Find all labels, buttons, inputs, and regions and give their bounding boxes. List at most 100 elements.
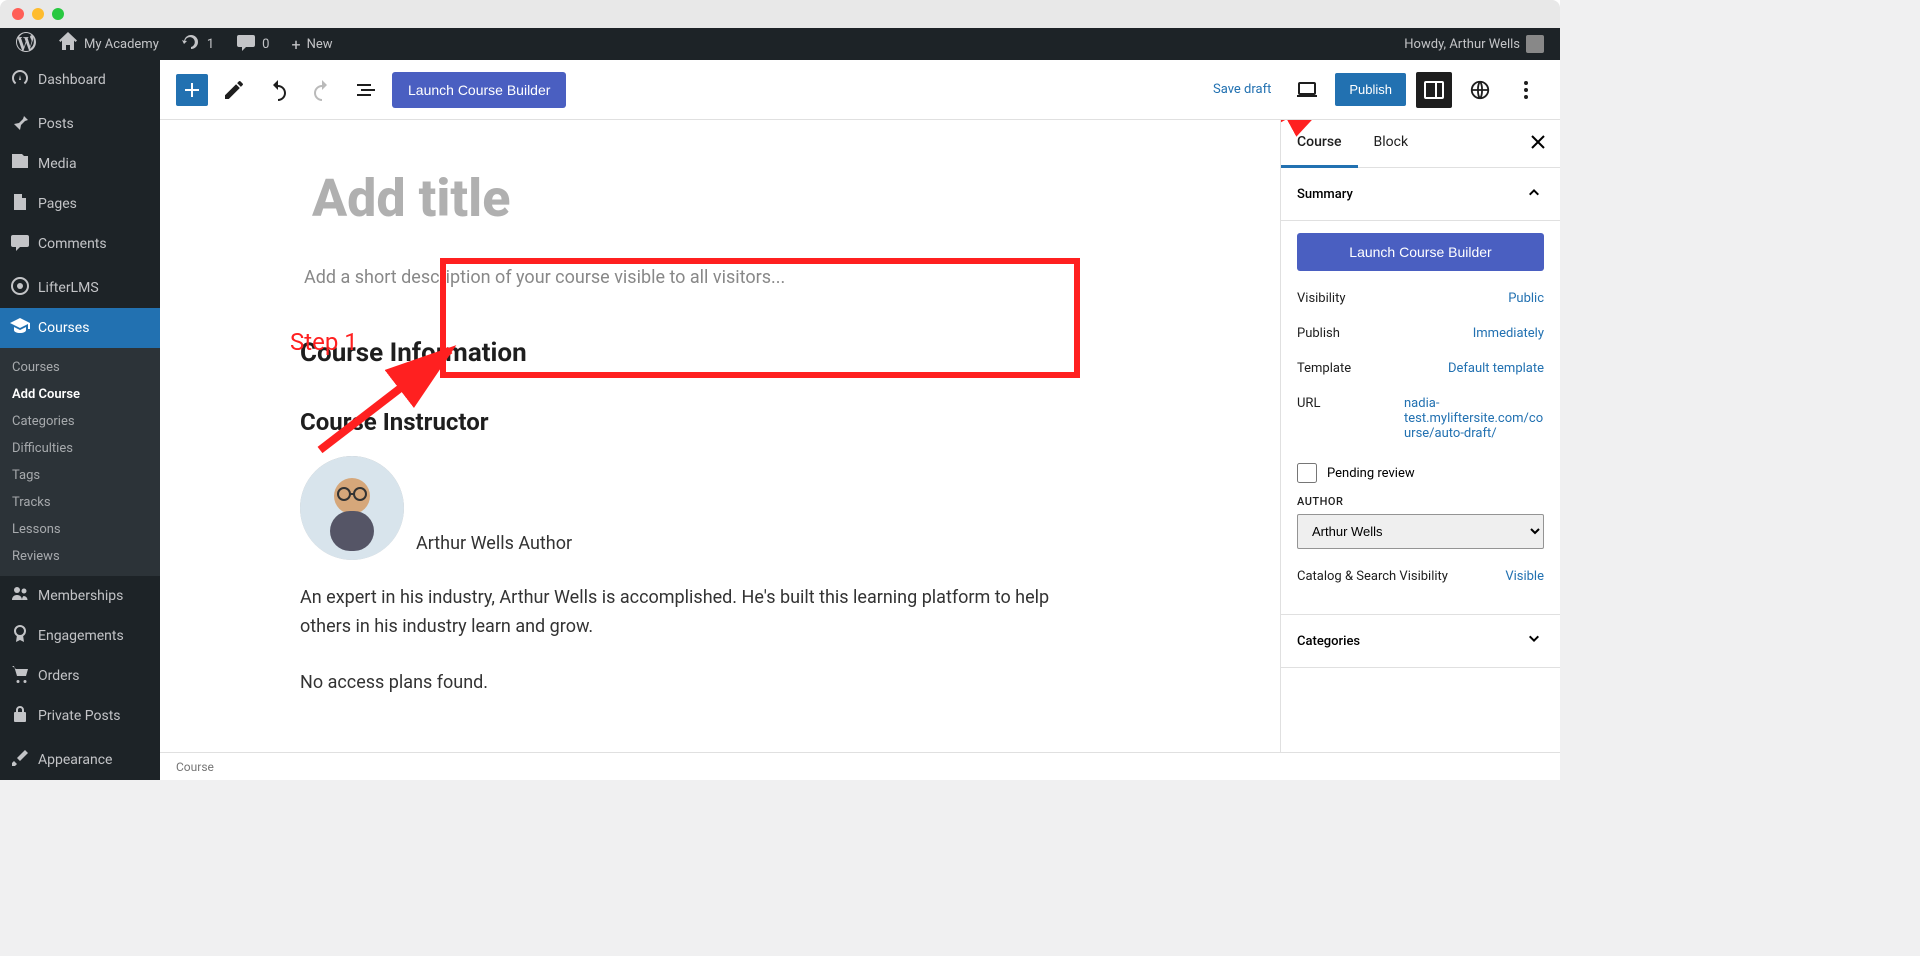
launch-course-builder-button[interactable]: Launch Course Builder: [392, 72, 566, 108]
sidebar-launch-builder-button[interactable]: Launch Course Builder: [1297, 233, 1544, 271]
redo-button[interactable]: [304, 72, 340, 108]
mac-close-icon[interactable]: [12, 8, 24, 20]
categories-label: Categories: [1297, 634, 1360, 649]
sidebar-item-label: Private Posts: [38, 708, 121, 724]
template-value[interactable]: Default template: [1448, 361, 1544, 376]
site-home-link[interactable]: My Academy: [50, 28, 167, 60]
instructor-block: Arthur Wells Author: [300, 456, 1140, 560]
home-icon: [58, 32, 78, 56]
plus-icon: +: [291, 35, 300, 54]
page-icon: [10, 192, 30, 216]
sidebar-item-label: Appearance: [38, 752, 112, 768]
preview-button[interactable]: [1289, 72, 1325, 108]
author-select[interactable]: Arthur Wells: [1297, 514, 1544, 549]
pencil-icon: [222, 78, 246, 102]
sidebar-item-label: Engagements: [38, 628, 124, 644]
admin-sidebar: Dashboard Posts Media Pages Comments: [0, 60, 160, 780]
submenu-add-course[interactable]: Add Course: [0, 381, 160, 408]
sidebar-item-label: Memberships: [38, 588, 123, 604]
user-avatar-icon: [1526, 35, 1544, 53]
pending-review-checkbox[interactable]: [1297, 463, 1317, 483]
publish-date-label: Publish: [1297, 326, 1340, 341]
catalog-visibility-value[interactable]: Visible: [1505, 569, 1544, 584]
no-access-plans-text: No access plans found.: [300, 672, 1140, 693]
submenu-tags[interactable]: Tags: [0, 462, 160, 489]
new-content-button[interactable]: + New: [283, 28, 340, 60]
course-instructor-heading: Course Instructor: [300, 408, 1140, 436]
sidebar-item-engagements[interactable]: Engagements: [0, 616, 160, 656]
close-settings-button[interactable]: [1516, 120, 1560, 167]
submenu-courses[interactable]: Courses: [0, 354, 160, 381]
sidebar-item-appearance[interactable]: Appearance: [0, 740, 160, 780]
dashboard-icon: [10, 68, 30, 92]
sidebar-item-lifterlms[interactable]: LifterLMS: [0, 268, 160, 308]
editor-canvas[interactable]: Step 1 Add title Add a short description…: [160, 120, 1280, 752]
submenu-tracks[interactable]: Tracks: [0, 489, 160, 516]
submenu-lessons[interactable]: Lessons: [0, 516, 160, 543]
updates-count: 1: [207, 37, 214, 52]
redo-icon: [310, 78, 334, 102]
url-value[interactable]: nadia-test.myliftersite.com/course/auto-…: [1404, 396, 1544, 441]
submenu-reviews[interactable]: Reviews: [0, 543, 160, 570]
close-icon: [1530, 134, 1546, 150]
pending-review-label: Pending review: [1327, 466, 1415, 481]
summary-panel-header[interactable]: Summary: [1281, 168, 1560, 221]
tab-block[interactable]: Block: [1358, 120, 1425, 167]
tab-course[interactable]: Course: [1281, 120, 1358, 167]
catalog-visibility-label: Catalog & Search Visibility: [1297, 569, 1448, 584]
sidebar-item-memberships[interactable]: Memberships: [0, 576, 160, 616]
edit-tools-button[interactable]: [216, 72, 252, 108]
comments-link[interactable]: 0: [228, 28, 277, 60]
sidebar-item-label: LifterLMS: [38, 280, 99, 296]
course-title-input[interactable]: Add title: [300, 160, 1140, 237]
sidebar-item-dashboard[interactable]: Dashboard: [0, 60, 160, 100]
categories-panel-header[interactable]: Categories: [1281, 615, 1560, 668]
sidebar-item-label: Dashboard: [38, 72, 106, 88]
sidebar-item-comments[interactable]: Comments: [0, 224, 160, 264]
editor-footer: Course: [160, 752, 1560, 780]
llms-visibility-button[interactable]: [1462, 72, 1498, 108]
sidebar-item-pages[interactable]: Pages: [0, 184, 160, 224]
publish-date-value[interactable]: Immediately: [1473, 326, 1544, 341]
more-options-button[interactable]: [1508, 72, 1544, 108]
summary-label: Summary: [1297, 187, 1353, 202]
wp-logo-menu[interactable]: [8, 28, 44, 60]
publish-button[interactable]: Publish: [1335, 73, 1406, 106]
submenu-categories[interactable]: Categories: [0, 408, 160, 435]
visibility-value[interactable]: Public: [1508, 291, 1544, 306]
submenu-difficulties[interactable]: Difficulties: [0, 435, 160, 462]
sidebar-item-media[interactable]: Media: [0, 144, 160, 184]
instructor-bio: An expert in his industry, Arthur Wells …: [300, 584, 1080, 642]
settings-tabs: Course Block: [1281, 120, 1560, 168]
refresh-updates[interactable]: 1: [173, 28, 222, 60]
document-overview-button[interactable]: [348, 72, 384, 108]
undo-icon: [266, 78, 290, 102]
sidebar-item-label: Orders: [38, 668, 80, 684]
save-draft-button[interactable]: Save draft: [1205, 74, 1279, 105]
breadcrumb-course[interactable]: Course: [176, 760, 214, 774]
graduation-cap-icon: [10, 316, 30, 340]
sidebar-item-label: Courses: [38, 320, 89, 336]
editor-main: Launch Course Builder Save draft Publish: [160, 60, 1560, 780]
user-greeting[interactable]: Howdy, Arthur Wells: [1396, 28, 1552, 60]
template-label: Template: [1297, 361, 1351, 376]
mac-maximize-icon[interactable]: [52, 8, 64, 20]
plus-icon: [180, 78, 204, 102]
mac-minimize-icon[interactable]: [32, 8, 44, 20]
laptop-icon: [1295, 78, 1319, 102]
comments-count: 0: [262, 37, 269, 52]
refresh-icon: [181, 32, 201, 56]
sidebar-icon: [1422, 78, 1446, 102]
settings-sidebar-toggle[interactable]: [1416, 72, 1452, 108]
list-view-icon: [354, 78, 378, 102]
chevron-down-icon: [1524, 629, 1544, 653]
sidebar-item-private-posts[interactable]: Private Posts: [0, 696, 160, 736]
sidebar-item-orders[interactable]: Orders: [0, 656, 160, 696]
sidebar-item-posts[interactable]: Posts: [0, 104, 160, 144]
sidebar-item-courses[interactable]: Courses: [0, 308, 160, 348]
undo-button[interactable]: [260, 72, 296, 108]
site-name: My Academy: [84, 37, 159, 52]
sidebar-item-label: Media: [38, 156, 77, 172]
add-block-button[interactable]: [176, 74, 208, 106]
courses-submenu: Courses Add Course Categories Difficulti…: [0, 348, 160, 576]
